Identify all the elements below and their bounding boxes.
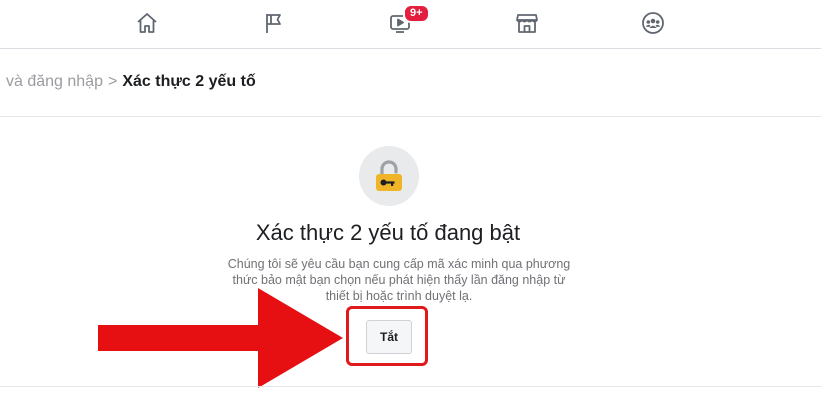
nav-watch-button[interactable]: 9+ xyxy=(383,4,430,40)
top-navigation-bar: 9+ xyxy=(0,0,821,49)
nav-home-button[interactable] xyxy=(130,6,164,40)
lock-key-icon xyxy=(376,160,402,191)
two-factor-status-title: Xác thực 2 yếu tố đang bật xyxy=(255,220,521,245)
section-divider xyxy=(0,116,821,117)
section-divider-bottom xyxy=(0,386,821,387)
breadcrumb: và đăng nhập > Xác thực 2 yếu tố xyxy=(6,73,256,91)
nav-marketplace-button[interactable] xyxy=(510,6,544,40)
notification-badge: 9+ xyxy=(403,4,430,23)
breadcrumb-separator: > xyxy=(107,73,118,90)
home-icon xyxy=(137,13,157,33)
lock-badge xyxy=(359,146,419,206)
pointer-arrow xyxy=(98,288,343,388)
marketplace-icon xyxy=(516,14,538,33)
breadcrumb-current: Xác thực 2 yếu tố xyxy=(122,73,256,90)
breadcrumb-parent-link[interactable]: và đăng nhập xyxy=(6,73,103,90)
groups-icon xyxy=(642,12,664,34)
flag-icon xyxy=(266,14,281,33)
nav-groups-button[interactable] xyxy=(636,6,670,40)
nav-pages-button[interactable] xyxy=(257,6,291,40)
turn-off-button[interactable]: Tắt xyxy=(366,320,412,354)
